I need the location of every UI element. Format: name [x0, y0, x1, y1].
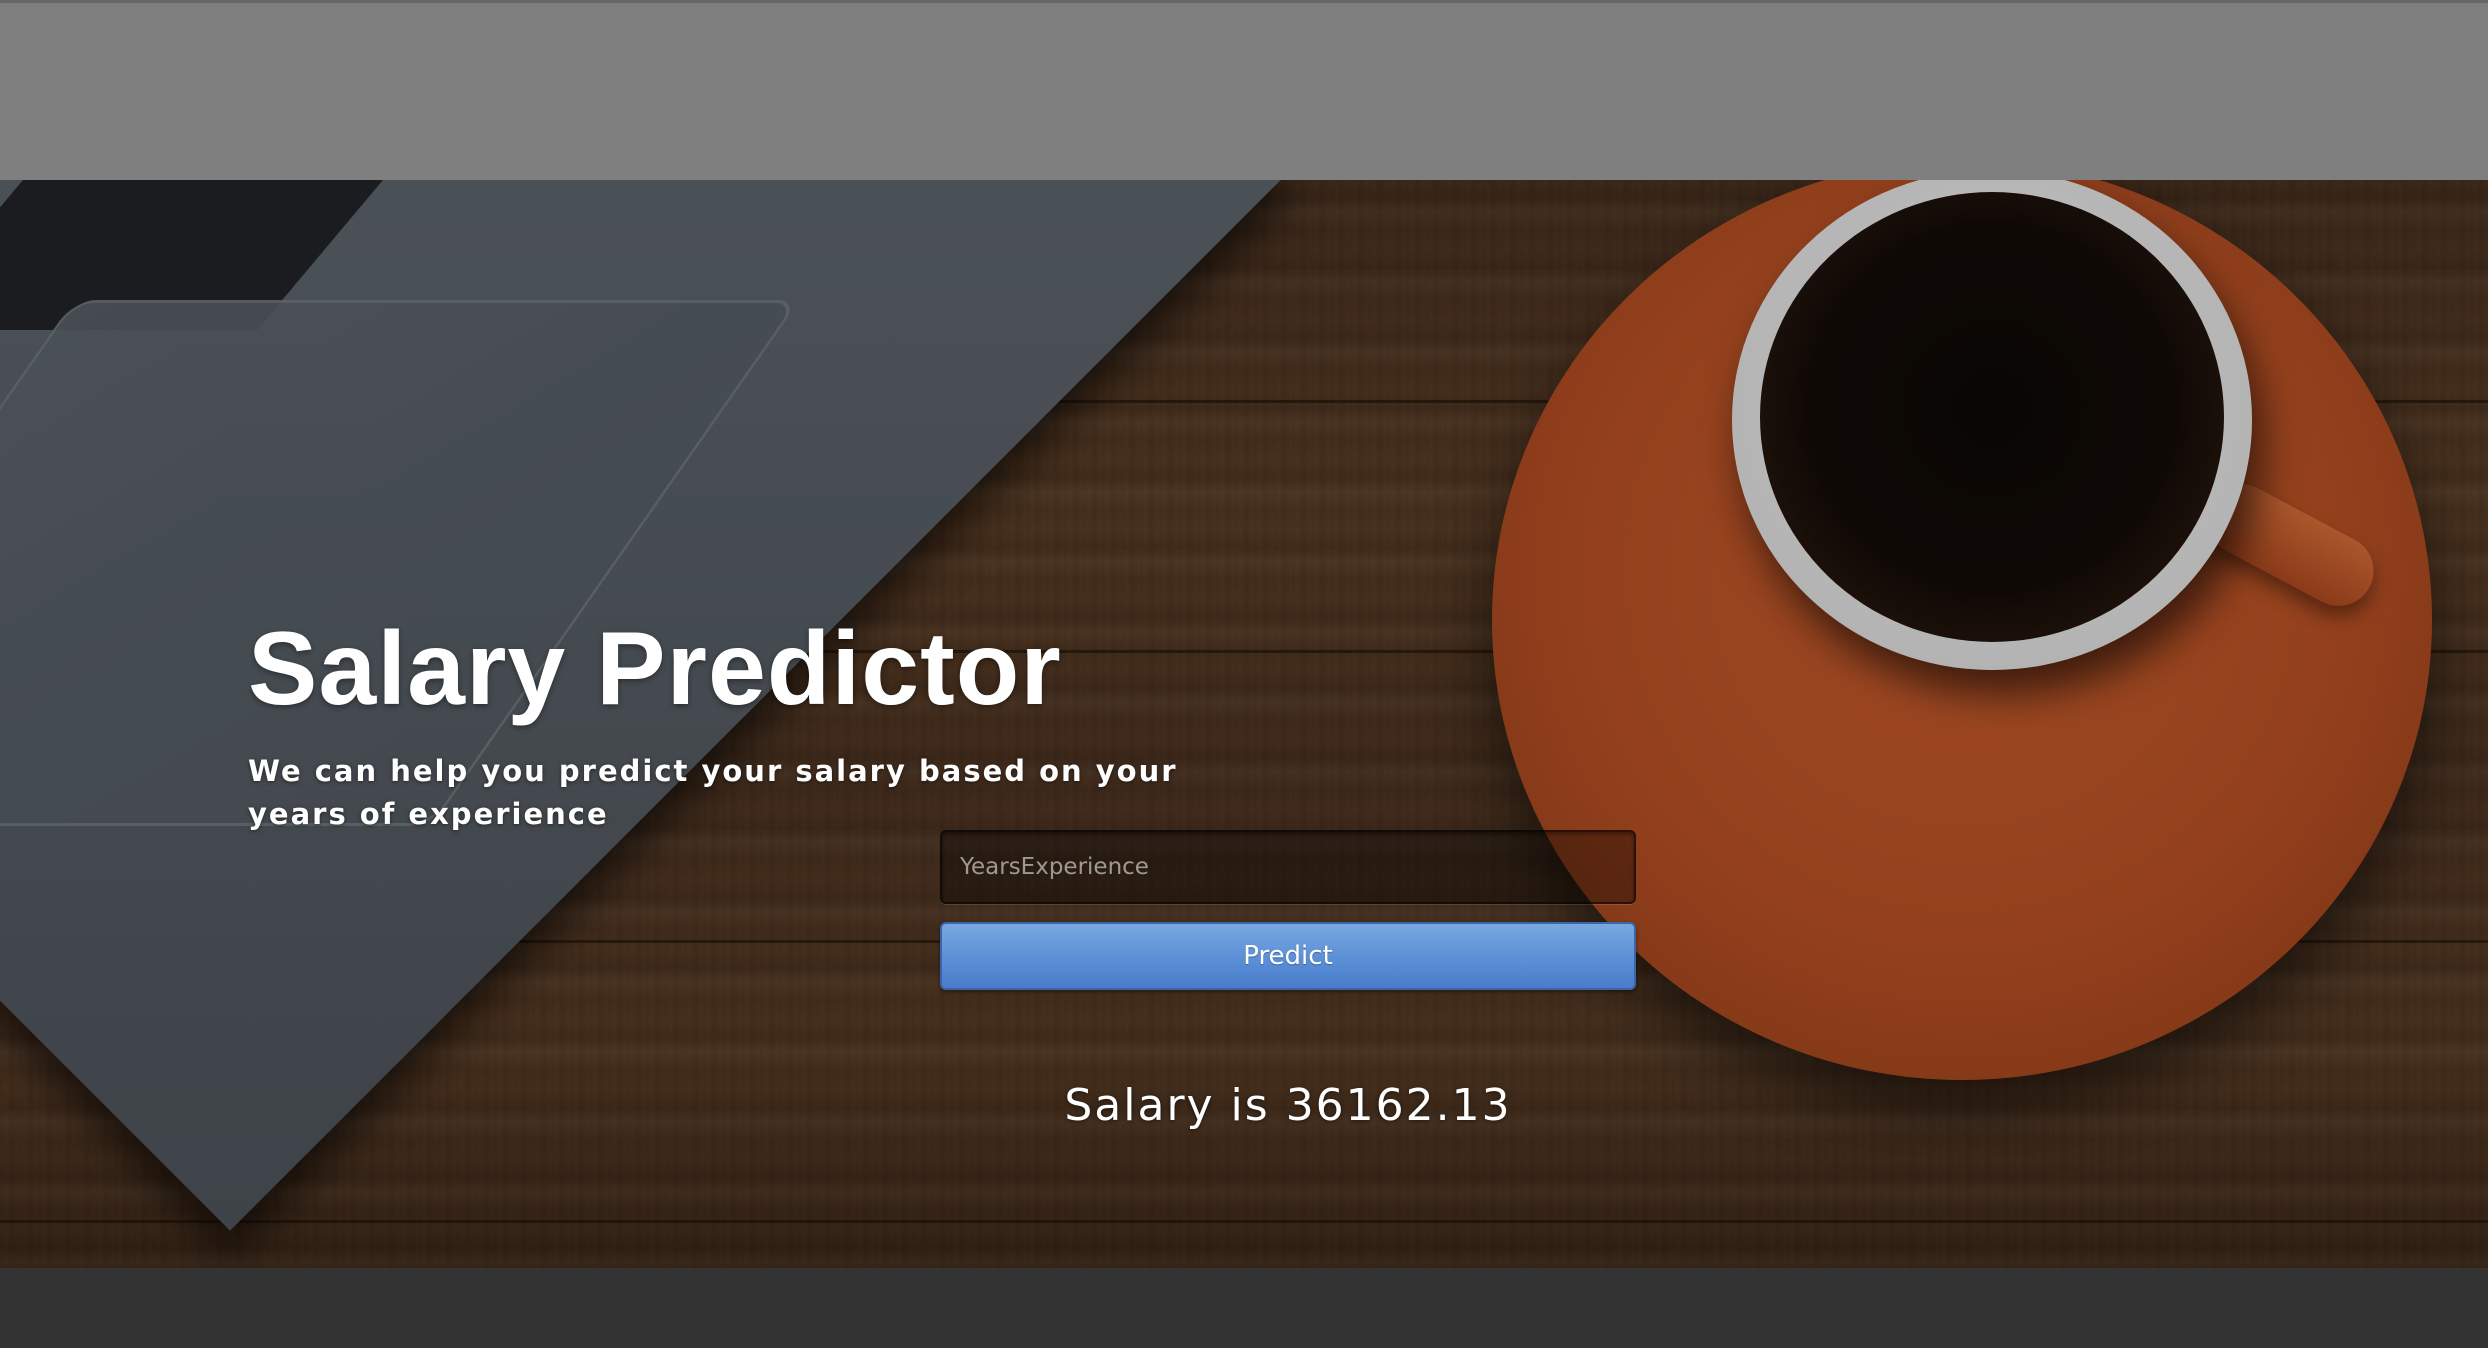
page-subtitle: We can help you predict your salary base… [248, 754, 1178, 831]
browser-top-bar [0, 0, 2488, 180]
years-experience-input[interactable] [940, 830, 1636, 904]
predict-button[interactable]: Predict [940, 922, 1636, 990]
page-bottom-bar [0, 1268, 2488, 1348]
salary-result-text: Salary is 36162.13 [1064, 1080, 1512, 1131]
page-title: Salary Predictor [248, 611, 1062, 727]
hero-section: Salary Predictor We can help you predict… [0, 180, 2488, 1268]
